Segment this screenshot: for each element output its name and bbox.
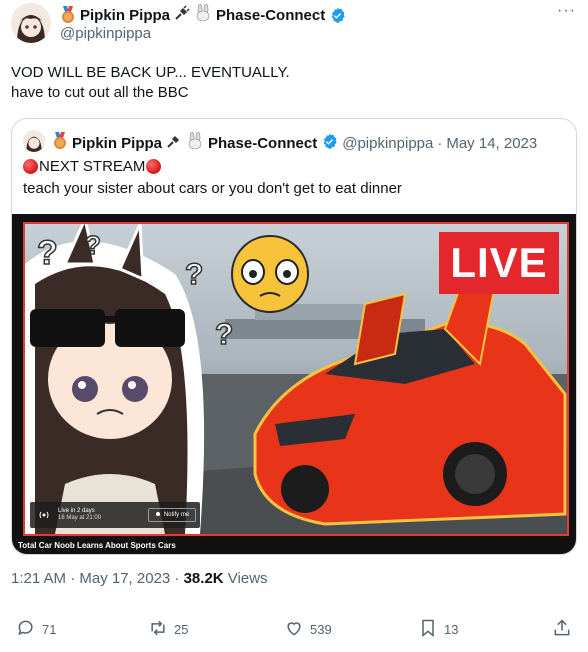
thumbnail-frame: ? ? ? ? LIVE Live in 2 days 16 May at 21… xyxy=(23,222,569,536)
svg-text:?: ? xyxy=(37,234,58,272)
cursed-emoji-image xyxy=(231,235,309,313)
author-name[interactable]: Pipkin Pippa xyxy=(80,7,170,24)
more-options-button[interactable]: ··· xyxy=(557,2,576,20)
quote-author-row: Pipkin Pippa Phase-Connect @pipkinpippa … xyxy=(52,131,538,154)
share-button[interactable] xyxy=(552,618,572,641)
reply-count: 71 xyxy=(42,622,57,637)
quote-text-line2: teach your sister about cars or you don'… xyxy=(23,180,402,197)
retweet-button[interactable]: 25 xyxy=(148,618,188,641)
live-badge: LIVE xyxy=(439,232,559,294)
red-circle-icon xyxy=(23,159,38,174)
thumbnail-caption: Total Car Noob Learns About Sports Cars xyxy=(18,541,176,550)
quote-author-name: Pipkin Pippa xyxy=(72,134,163,152)
author-row: Pipkin Pippa Phase-Connect xyxy=(60,3,346,26)
reply-icon xyxy=(16,618,36,641)
rabbit-icon xyxy=(194,3,212,26)
author-suffix[interactable]: Phase-Connect xyxy=(216,7,325,24)
timestamp[interactable]: 1:21 AM · May 17, 2023 · xyxy=(11,570,184,587)
medal-icon xyxy=(60,6,76,24)
quote-avatar xyxy=(23,130,45,152)
stream-thumbnail[interactable]: ? ? ? ? LIVE Live in 2 days 16 May at 21… xyxy=(12,214,576,554)
verified-icon xyxy=(321,133,338,154)
bell-icon xyxy=(155,511,161,519)
quote-separator: · xyxy=(437,134,443,152)
broadcast-icon xyxy=(38,510,50,522)
plug-icon xyxy=(174,5,190,25)
character-illustration: ? ? ? ? xyxy=(25,224,234,534)
tweet-text: VOD WILL BE BACK UP... EVENTUALLY. have … xyxy=(11,63,290,103)
quoted-tweet[interactable]: Pipkin Pippa Phase-Connect @pipkinpippa … xyxy=(11,118,577,555)
quote-text-line1: NEXT STREAM xyxy=(23,158,162,175)
red-circle-icon xyxy=(146,159,162,174)
bookmark-icon xyxy=(418,618,438,641)
verified-icon xyxy=(329,7,346,24)
reply-button[interactable]: 71 xyxy=(16,618,56,641)
tweet-text-line2: have to cut out all the BBC xyxy=(11,84,189,101)
views-count: 38.2K xyxy=(183,570,224,587)
live-countdown-bar: Live in 2 days 16 May at 21:00 Notify me xyxy=(30,502,200,528)
rabbit-icon xyxy=(186,131,204,154)
live-date-text: 16 May at 21:00 xyxy=(58,515,102,521)
avatar[interactable] xyxy=(11,3,51,43)
medal-icon xyxy=(52,132,68,154)
quote-handle: @pipkinpippa xyxy=(342,134,434,152)
like-icon xyxy=(284,618,304,641)
svg-text:?: ? xyxy=(215,318,233,351)
svg-text:?: ? xyxy=(185,258,203,291)
notify-button: Notify me xyxy=(148,508,196,522)
retweet-count: 25 xyxy=(174,622,189,637)
notify-label: Notify me xyxy=(163,512,190,518)
quote-date: May 14, 2023 xyxy=(446,134,538,152)
plug-icon xyxy=(166,133,182,153)
next-stream-text: NEXT STREAM xyxy=(39,158,146,175)
quote-author-suffix: Phase-Connect xyxy=(208,134,318,152)
tweet-text-line1: VOD WILL BE BACK UP... EVENTUALLY. xyxy=(11,64,290,81)
bookmark-count: 13 xyxy=(444,622,459,637)
svg-text:?: ? xyxy=(85,230,101,260)
tweet-meta: 1:21 AM · May 17, 2023 · 38.2K Views xyxy=(11,570,268,587)
author-handle[interactable]: @pipkinpippa xyxy=(60,25,151,42)
action-bar: 71 25 539 13 xyxy=(0,612,588,648)
like-count: 539 xyxy=(310,622,332,637)
bookmark-button[interactable]: 13 xyxy=(418,618,458,641)
retweet-icon xyxy=(148,618,168,641)
live-in-text: Live in 2 days xyxy=(58,508,95,514)
like-button[interactable]: 539 xyxy=(284,618,332,641)
views-label: Views xyxy=(223,570,268,587)
share-icon xyxy=(552,618,572,641)
